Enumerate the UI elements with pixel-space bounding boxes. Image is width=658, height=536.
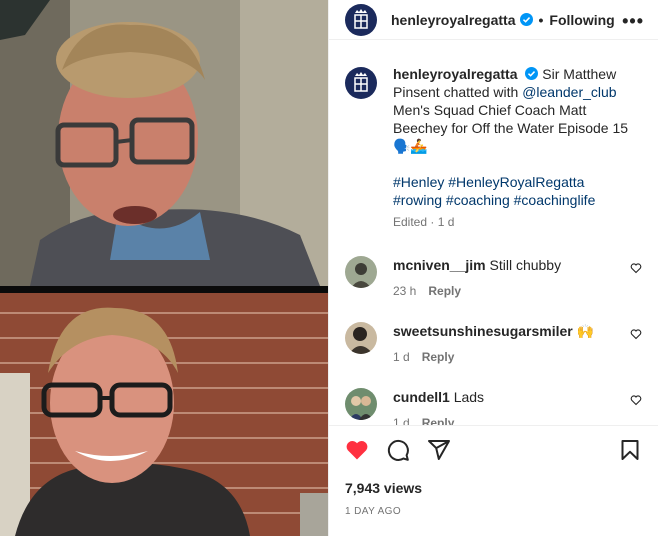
- comment-meta: 1 d Reply: [393, 348, 594, 366]
- like-comment-icon[interactable]: [630, 262, 642, 274]
- video-tile-top: [0, 0, 328, 286]
- split-divider: [0, 286, 328, 293]
- instagram-post-view: henleyroyalregatta • Following ••• henle…: [0, 0, 658, 536]
- following-button[interactable]: Following: [549, 12, 614, 28]
- comment-body: mcniven__jim Still chubby 23 h Reply: [393, 256, 561, 300]
- comment-text: Still chubby: [489, 257, 562, 273]
- comment-body: cundell1 Lads 1 d Reply: [393, 388, 484, 425]
- post-caption: henleyroyalregatta Sir Matthew Pinsent c…: [329, 41, 658, 231]
- post-video[interactable]: [0, 0, 328, 536]
- reply-button[interactable]: Reply: [422, 416, 455, 425]
- like-comment-icon[interactable]: [630, 394, 642, 406]
- verified-badge-icon: [525, 67, 539, 80]
- comment-item: cundell1 Lads 1 d Reply: [345, 388, 642, 425]
- mention-link[interactable]: @leander_club: [522, 84, 616, 100]
- comment-time: 23 h: [393, 284, 417, 298]
- edited-meta: Edited · 1 d: [393, 215, 455, 229]
- comment-avatar[interactable]: [345, 322, 377, 354]
- save-bookmark-icon[interactable]: [618, 438, 642, 462]
- video-tile-bottom: [0, 293, 328, 536]
- caption-part-2: Men's Squad Chief Coach Matt Beechey for…: [393, 102, 629, 154]
- comment-time: 1 d: [393, 416, 410, 425]
- comments-scroll-area[interactable]: henleyroyalregatta Sir Matthew Pinsent c…: [329, 41, 658, 425]
- like-heart-icon[interactable]: [345, 438, 369, 462]
- avatar[interactable]: [345, 3, 377, 36]
- comment-username[interactable]: sweetsunshinesugarsmiler: [393, 323, 573, 339]
- share-icon[interactable]: [427, 438, 451, 462]
- crown-logo-icon: [354, 8, 368, 29]
- comment-username[interactable]: cundell1: [393, 389, 450, 405]
- comment-icon[interactable]: [386, 438, 410, 462]
- reply-button[interactable]: Reply: [422, 350, 455, 364]
- comment-avatar[interactable]: [345, 256, 377, 288]
- comment-username[interactable]: mcniven__jim: [393, 257, 486, 273]
- comment-text: 🙌: [576, 323, 595, 339]
- reply-button[interactable]: Reply: [428, 284, 461, 298]
- header-username[interactable]: henleyroyalregatta: [391, 12, 516, 28]
- caption-text: henleyroyalregatta Sir Matthew Pinsent c…: [393, 65, 633, 231]
- hashtags[interactable]: #Henley #HenleyRoyalRegatta #rowing #coa…: [393, 173, 633, 209]
- comment-avatar[interactable]: [345, 388, 377, 420]
- post-sidebar: henleyroyalregatta • Following ••• henle…: [328, 0, 658, 536]
- caption-avatar[interactable]: [345, 67, 377, 99]
- caption-username[interactable]: henleyroyalregatta: [393, 66, 518, 82]
- comment-time: 1 d: [393, 350, 410, 364]
- comment-meta: 1 d Reply: [393, 414, 484, 425]
- comment-item: sweetsunshinesugarsmiler 🙌 1 d Reply: [345, 322, 642, 366]
- post-time-ago: 1 DAY AGO: [345, 506, 402, 517]
- comment-body: sweetsunshinesugarsmiler 🙌 1 d Reply: [393, 322, 594, 366]
- separator-dot: •: [538, 11, 544, 28]
- like-comment-icon[interactable]: [630, 328, 642, 340]
- verified-badge-icon: [519, 13, 533, 26]
- comment-item: mcniven__jim Still chubby 23 h Reply: [345, 256, 642, 300]
- view-count[interactable]: 7,943 views: [345, 480, 422, 496]
- post-header: henleyroyalregatta • Following •••: [329, 0, 658, 40]
- actions-divider: [329, 425, 658, 426]
- crown-logo-icon: [354, 72, 368, 92]
- comment-text: Lads: [453, 389, 485, 405]
- more-options-icon[interactable]: •••: [622, 11, 644, 32]
- post-actions: [345, 438, 642, 464]
- comment-meta: 23 h Reply: [393, 282, 561, 300]
